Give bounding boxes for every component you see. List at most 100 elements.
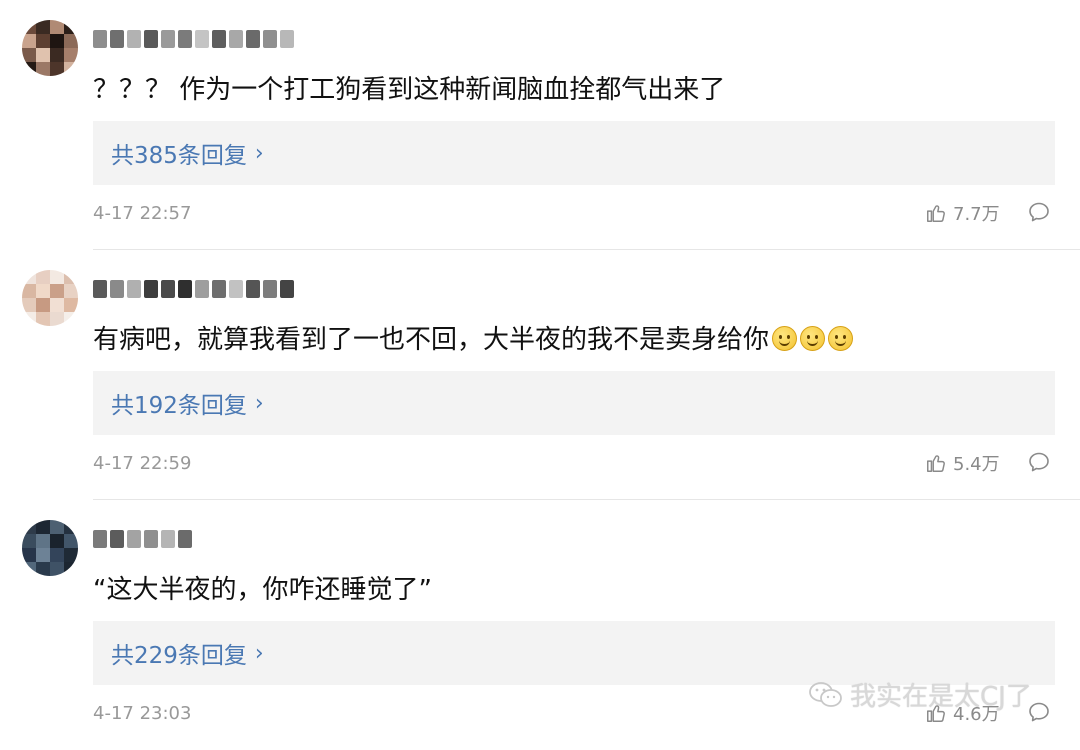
- emoji-slot: [769, 325, 854, 355]
- reply-button[interactable]: [1027, 450, 1051, 478]
- username-pixel-block: [263, 280, 277, 298]
- avatar[interactable]: [22, 20, 78, 76]
- replies-count-label: 共192条回复: [111, 393, 247, 419]
- avatar-pixel: [36, 312, 50, 326]
- avatar-pixel: [50, 284, 64, 298]
- avatar-pixel: [64, 534, 78, 548]
- avatar-pixel: [36, 298, 50, 312]
- avatar-pixel: [50, 20, 64, 34]
- avatar-pixel: [50, 548, 64, 562]
- smiley-emoji-icon: [828, 326, 854, 351]
- avatar[interactable]: [22, 270, 78, 326]
- username-pixel-block: [212, 280, 226, 298]
- avatar-pixel: [50, 270, 64, 284]
- avatar-pixel: [64, 562, 78, 576]
- watermark: 我实在是太CJ了: [808, 676, 1032, 713]
- avatar-pixel: [36, 284, 50, 298]
- smiley-emoji-icon: [772, 326, 798, 351]
- avatar-pixel: [22, 270, 36, 284]
- avatar-pixel: [22, 548, 36, 562]
- avatar-pixel: [22, 48, 36, 62]
- avatar-pixel: [64, 298, 78, 312]
- comment-timestamp: 4-17 22:59: [93, 453, 192, 474]
- username-pixel-block: [93, 530, 107, 548]
- username-pixel-block: [161, 530, 175, 548]
- username-pixel-block: [127, 280, 141, 298]
- avatar-pixel: [36, 548, 50, 562]
- username-pixel-block: [127, 530, 141, 548]
- username-pixel-block: [93, 280, 107, 298]
- avatar-pixel: [36, 48, 50, 62]
- smiley-emoji-icon: [800, 326, 826, 351]
- avatar-pixel: [50, 562, 64, 576]
- avatar-pixel: [50, 312, 64, 326]
- like-button[interactable]: 5.4万: [925, 450, 1000, 476]
- avatar-pixel: [64, 62, 78, 76]
- avatar-pixel: [64, 548, 78, 562]
- avatar-pixel: [64, 20, 78, 34]
- chevron-right-icon: ›: [254, 390, 264, 416]
- username-pixel-block: [195, 30, 209, 48]
- username[interactable]: [93, 28, 294, 50]
- username-pixel-block: [161, 30, 175, 48]
- avatar-pixel: [36, 534, 50, 548]
- avatar-pixel: [22, 298, 36, 312]
- comment-item: ？？？ 作为一个打工狗看到这种新闻脑血拴都气出来了 共385条回复 › 4-17…: [0, 0, 1080, 250]
- avatar[interactable]: [22, 520, 78, 576]
- thumbs-up-icon: [927, 455, 945, 472]
- avatar-pixel: [22, 284, 36, 298]
- username-pixel-block: [280, 280, 294, 298]
- avatar-pixel: [36, 62, 50, 76]
- comment-timestamp: 4-17 23:03: [93, 703, 192, 724]
- username-pixel-block: [229, 280, 243, 298]
- avatar-pixel: [50, 62, 64, 76]
- username-pixel-block: [144, 30, 158, 48]
- username-pixel-block: [229, 30, 243, 48]
- avatar-pixel: [36, 270, 50, 284]
- wechat-icon: [809, 681, 842, 707]
- reply-button[interactable]: [1027, 200, 1051, 228]
- comment-bubble-icon: [1029, 202, 1049, 222]
- username-pixel-block: [178, 530, 192, 548]
- avatar-pixel: [22, 34, 36, 48]
- comment-text: 有病吧，就算我看到了一也不回，大半夜的我不是卖身给你: [93, 322, 1053, 358]
- like-count: 7.7万: [953, 204, 1000, 225]
- avatar-pixel: [50, 298, 64, 312]
- username[interactable]: [93, 278, 294, 300]
- username-pixel-block: [144, 530, 158, 548]
- comment-bubble-icon: [1029, 452, 1049, 472]
- view-replies-button[interactable]: 共385条回复 ›: [93, 121, 1055, 185]
- avatar-pixel: [36, 562, 50, 576]
- avatar-pixel: [22, 20, 36, 34]
- avatar-pixel: [50, 48, 64, 62]
- avatar-pixel: [50, 34, 64, 48]
- replies-count-label: 共229条回复: [111, 643, 247, 669]
- avatar-pixel: [64, 48, 78, 62]
- like-button[interactable]: 7.7万: [925, 200, 1000, 226]
- avatar-pixel: [64, 34, 78, 48]
- avatar-pixel: [64, 312, 78, 326]
- comment-text: ？？？ 作为一个打工狗看到这种新闻脑血拴都气出来了: [93, 75, 726, 105]
- watermark-text: 我实在是太CJ了: [850, 682, 1032, 712]
- username-pixel-block: [246, 280, 260, 298]
- avatar-pixel: [64, 520, 78, 534]
- username-pixel-block: [110, 530, 124, 548]
- username-pixel-block: [246, 30, 260, 48]
- username-pixel-block: [110, 280, 124, 298]
- comment-item: 有病吧，就算我看到了一也不回，大半夜的我不是卖身给你 共192条回复 › 4-1…: [0, 250, 1080, 500]
- like-count: 5.4万: [953, 454, 1000, 475]
- username[interactable]: [93, 528, 192, 550]
- avatar-pixel: [50, 520, 64, 534]
- chevron-right-icon: ›: [254, 640, 264, 666]
- view-replies-button[interactable]: 共192条回复 ›: [93, 371, 1055, 435]
- username-pixel-block: [178, 30, 192, 48]
- avatar-pixel: [36, 34, 50, 48]
- username-pixel-block: [127, 30, 141, 48]
- avatar-pixel: [22, 62, 36, 76]
- username-pixel-block: [212, 30, 226, 48]
- chevron-right-icon: ›: [254, 140, 264, 166]
- thumbs-up-icon: [927, 205, 945, 222]
- avatar-pixel: [22, 534, 36, 548]
- comment-text: “这大半夜的，你咋还睡觉了”: [93, 575, 432, 605]
- avatar-pixel: [64, 270, 78, 284]
